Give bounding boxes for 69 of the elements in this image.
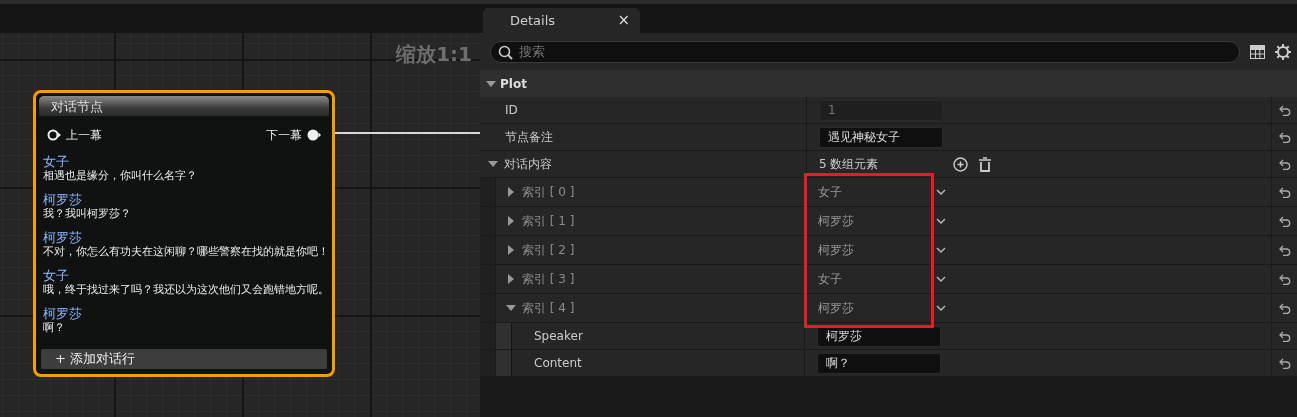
property-name: 节点备注 [505,129,553,146]
tab-title: Details [510,11,556,30]
property-name: 索引 [ 1 ] [522,213,575,230]
speaker-name: 女子 [43,268,70,283]
property-name: 索引 [ 0 ] [522,184,575,201]
property-name: Speaker [534,328,583,345]
reset-icon[interactable] [1278,357,1291,369]
reset-icon[interactable] [1278,244,1291,256]
trash-icon[interactable] [978,156,992,172]
reset-icon[interactable] [1278,215,1291,227]
dialogue-text: 相遇也是缘分，你叫什么名字？ [43,169,198,183]
chevron-down-icon[interactable] [936,304,946,312]
settings-icon[interactable] [1275,43,1291,60]
expand-arrow-icon[interactable] [506,274,516,284]
dialogue-text: 啊？ [43,321,66,335]
expand-arrow-icon[interactable] [506,303,516,313]
input-pin-icon[interactable] [47,129,61,141]
element-value: 女子 [818,184,843,201]
speaker-name: 柯罗莎 [43,230,83,245]
chevron-down-icon[interactable] [936,188,946,196]
element-count: 5 数组元素 [819,156,880,173]
expand-arrow-icon[interactable] [488,159,498,169]
details-tab[interactable]: Details × [483,8,640,33]
category-title: Plot [500,75,527,93]
value-field[interactable]: 啊？ [817,352,941,374]
property-name: 索引 [ 2 ] [522,242,575,259]
zoom-label: 缩放1:1 [396,41,472,68]
element-value: 柯罗莎 [818,300,855,317]
expand-arrow-icon[interactable] [506,187,516,197]
property-name: 对话内容 [504,156,552,173]
reset-icon[interactable] [1278,131,1291,143]
property-name: 索引 [ 4 ] [522,300,575,317]
add-line-button[interactable]: + 添加对话行 [41,349,327,369]
expand-arrow-icon[interactable] [506,216,516,226]
property-name: ID [505,102,518,119]
speaker-name: 柯罗莎 [43,306,83,321]
value-field[interactable]: 遇见神秘女子 [819,126,943,148]
expand-arrow-icon[interactable] [506,245,516,255]
dialogue-text: 不对，你怎么有功夫在这闲聊？哪些警察在找的就是你吧！ [43,245,325,259]
pin-label: 下一幕 [266,127,302,144]
property-name: 索引 [ 3 ] [522,271,575,288]
add-icon[interactable] [953,156,968,172]
reset-icon[interactable] [1278,104,1291,116]
dialogue-node[interactable]: 对话节点 上一幕 下一幕 女子 相遇也是缘分，你叫什么名字？ 柯罗莎 我？我叫柯罗莎？ 柯罗莎 不对，你怎么有功夫在这闲聊？哪些警察在找的就是你吧！ 女子 哦，终于找过来了吗？我还以为这次他们又会跑错地方呢。 柯罗莎 啊？ + 添加对话行 [33,90,335,377]
dialogue-text: 哦，终于找过来了吗？我还以为这次他们又会跑错地方呢。 [43,283,325,297]
search-icon [498,44,513,60]
element-value: 女子 [818,271,843,288]
reset-icon[interactable] [1278,158,1291,170]
close-button[interactable]: × [617,13,630,28]
chevron-down-icon[interactable] [936,217,946,225]
element-value: 柯罗莎 [818,242,855,259]
pin-label: 上一幕 [66,127,102,144]
chevron-down-icon[interactable] [936,246,946,254]
dialogue-text: 我？我叫柯罗莎？ [43,207,132,221]
reset-icon[interactable] [1278,186,1291,198]
property-name: Content [534,355,582,372]
chevron-down-icon[interactable] [936,275,946,283]
search-field[interactable]: 搜索 [490,40,1240,63]
reset-icon[interactable] [1278,330,1291,342]
output-pin-icon[interactable] [307,129,321,141]
element-value: 柯罗莎 [818,213,855,230]
table-icon[interactable] [1250,44,1265,59]
expand-arrow-icon[interactable] [486,78,496,89]
speaker-name: 柯罗莎 [43,192,83,207]
node-title: 对话节点 [39,96,329,116]
reset-icon[interactable] [1278,273,1291,285]
reset-icon[interactable] [1278,302,1291,314]
speaker-name: 女子 [43,154,70,169]
value-field[interactable]: 1 [819,99,943,121]
